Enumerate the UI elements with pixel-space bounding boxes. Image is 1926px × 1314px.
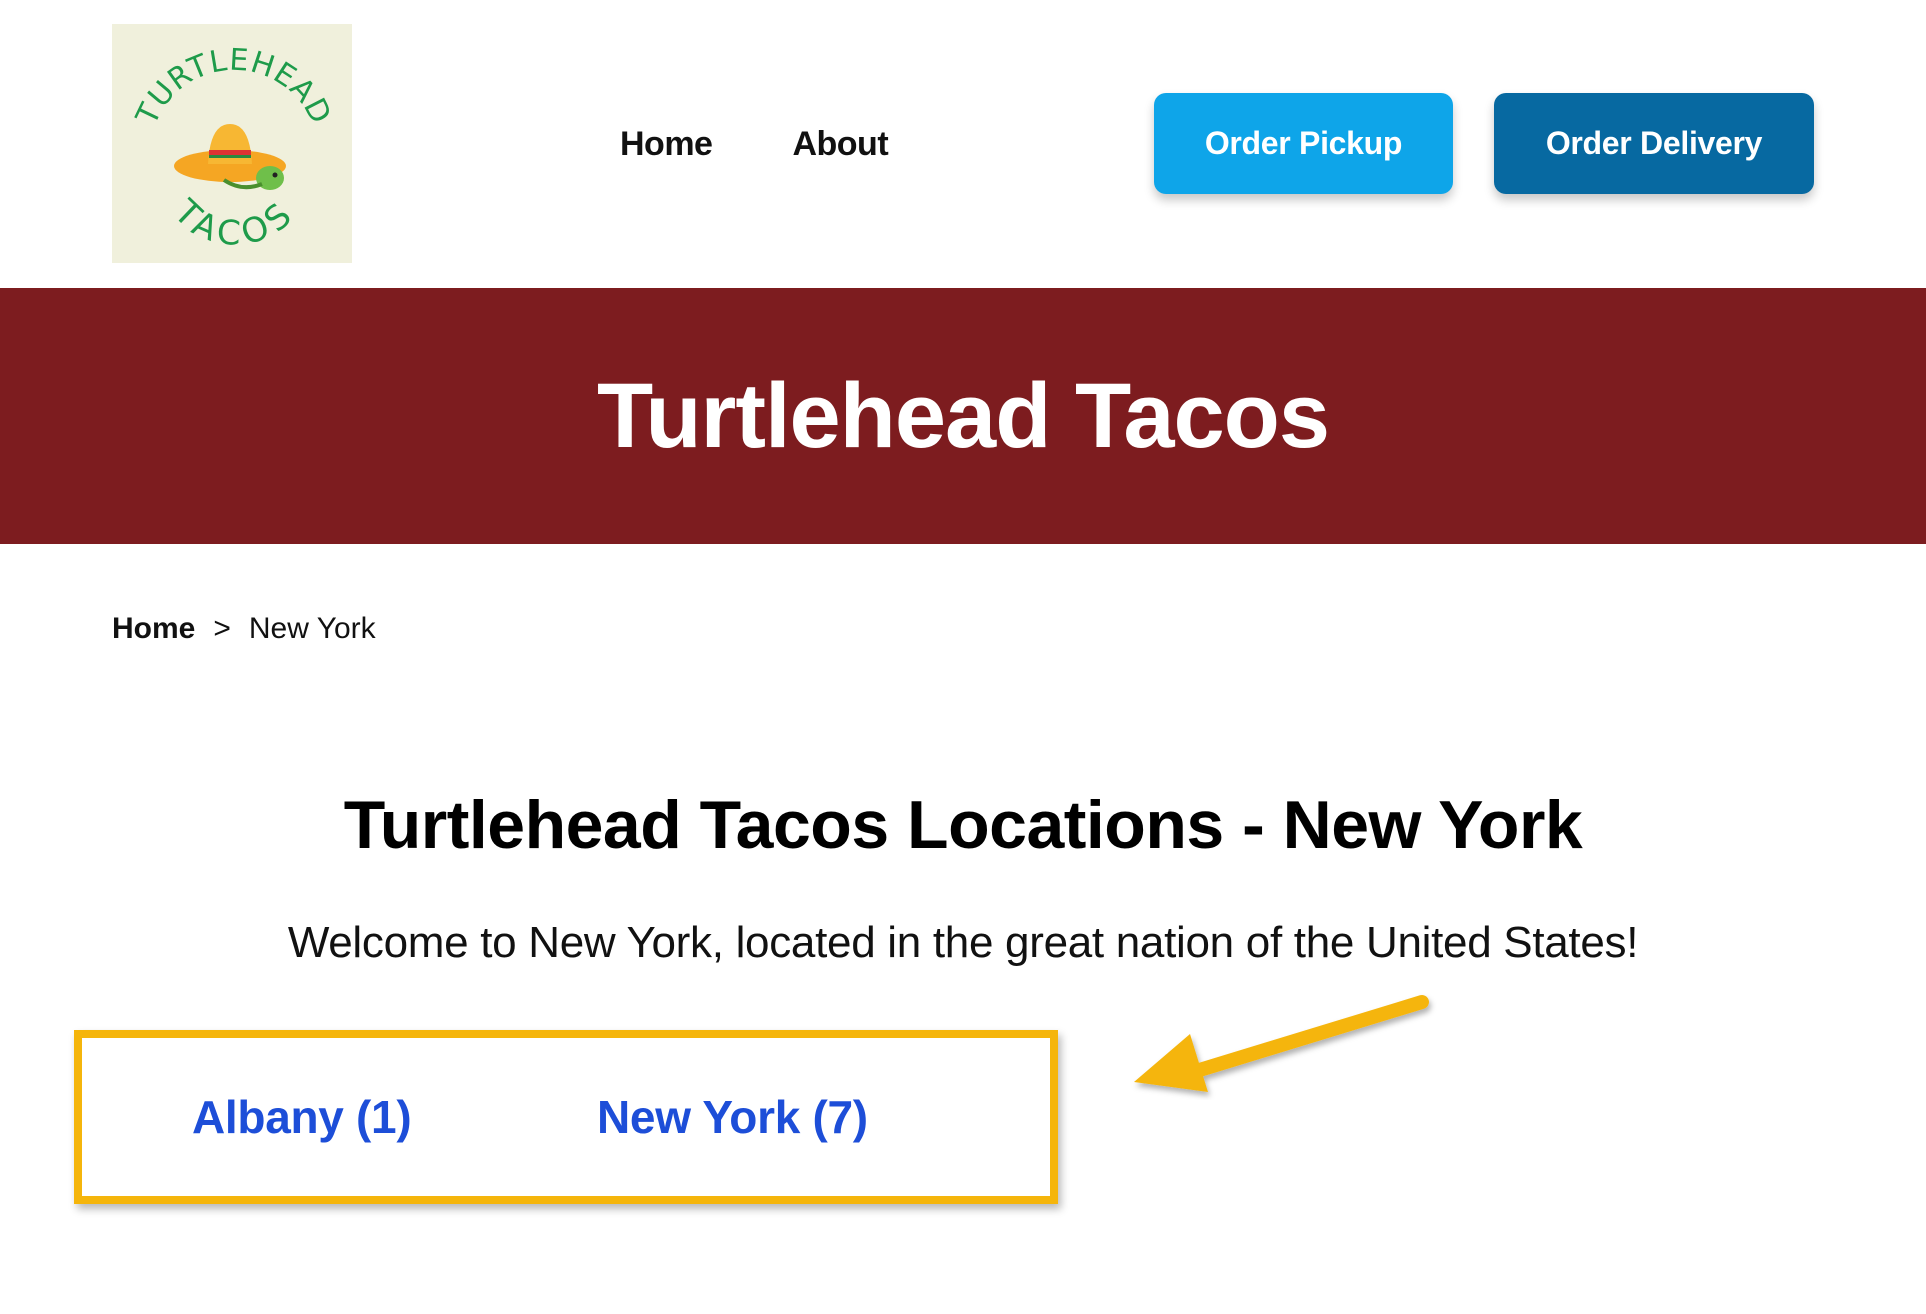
nav-home-link[interactable]: Home	[620, 125, 713, 164]
logo[interactable]: TURTLEHEAD TACOS	[112, 24, 352, 263]
site-header: TURTLEHEAD TACOS Home About Order Pickup…	[0, 0, 1926, 288]
city-link-albany[interactable]: Albany (1)	[192, 1090, 412, 1144]
welcome-text: Welcome to New York, located in the grea…	[287, 918, 1639, 967]
breadcrumb-current: New York	[248, 612, 376, 645]
main-nav: Home About	[620, 118, 889, 170]
city-link-new-york[interactable]: New York (7)	[597, 1090, 868, 1144]
svg-text:TACOS: TACOS	[165, 191, 303, 254]
hero-banner: Turtlehead Tacos	[0, 288, 1926, 544]
sombrero-turtle-icon: TURTLEHEAD TACOS	[129, 43, 338, 255]
breadcrumb-home-link[interactable]: Home	[112, 612, 195, 646]
breadcrumb-separator: >	[213, 612, 231, 645]
page-title: Turtlehead Tacos Locations - New York	[343, 787, 1583, 863]
hero-title: Turtlehead Tacos	[596, 364, 1330, 467]
svg-text:TURTLEHEAD: TURTLEHEAD	[129, 43, 338, 131]
order-delivery-button[interactable]: Order Delivery	[1494, 93, 1814, 194]
arrow-left-icon	[1134, 995, 1429, 1092]
order-pickup-button[interactable]: Order Pickup	[1154, 93, 1453, 194]
nav-about-link[interactable]: About	[792, 125, 888, 164]
breadcrumb: Home > New York	[112, 612, 376, 646]
